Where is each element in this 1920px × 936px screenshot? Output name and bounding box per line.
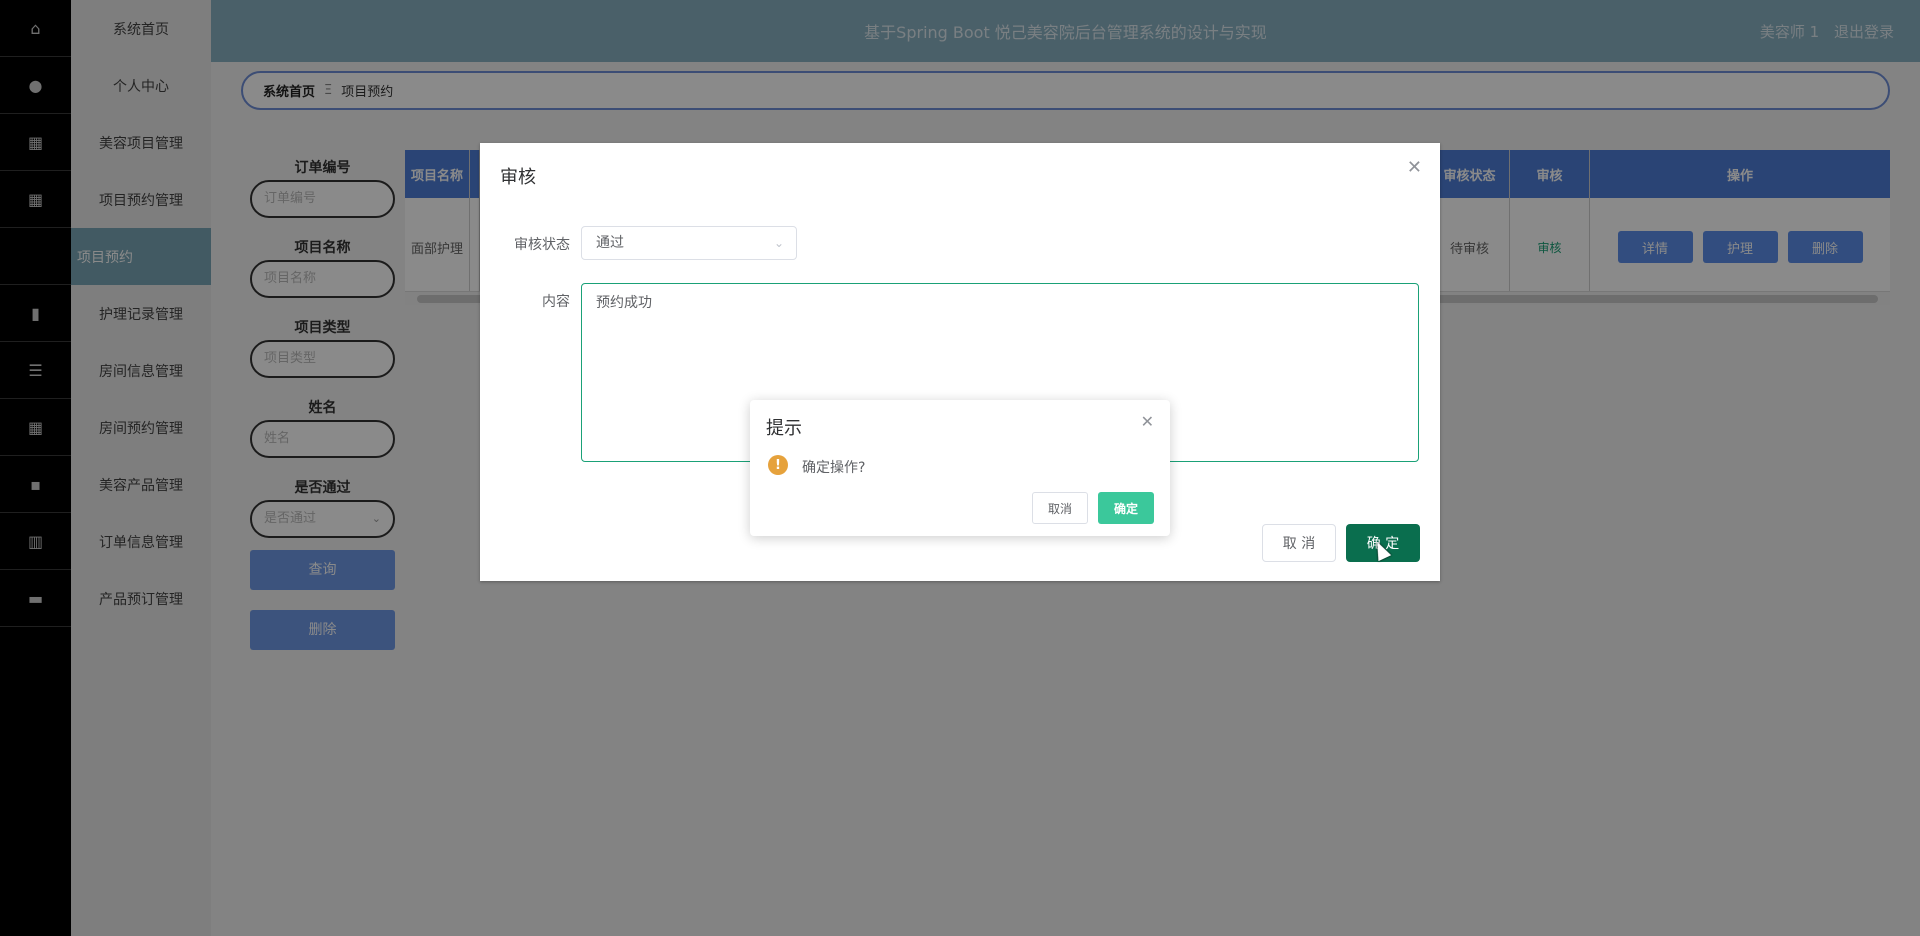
status-select-value: 通过 bbox=[596, 235, 624, 251]
content-label: 内容 bbox=[542, 294, 570, 310]
messagebox-message: 确定操作? bbox=[802, 460, 866, 476]
close-icon[interactable]: ✕ bbox=[1141, 412, 1154, 431]
messagebox-cancel-button[interactable]: 取消 bbox=[1032, 492, 1088, 524]
warning-icon: ! bbox=[768, 455, 788, 475]
status-select[interactable]: 通过 ⌄ bbox=[581, 226, 797, 260]
dialog-title: 审核 bbox=[500, 167, 536, 188]
close-icon[interactable]: ✕ bbox=[1407, 157, 1422, 178]
status-label: 审核状态 bbox=[514, 237, 570, 253]
messagebox-title: 提示 bbox=[766, 418, 802, 439]
messagebox-confirm-button[interactable]: 确定 bbox=[1098, 492, 1154, 524]
chevron-down-icon: ⌄ bbox=[773, 236, 784, 250]
dialog-cancel-button[interactable]: 取 消 bbox=[1262, 524, 1336, 562]
confirm-messagebox: 提示 ✕ ! 确定操作? 取消 确定 bbox=[750, 400, 1170, 536]
